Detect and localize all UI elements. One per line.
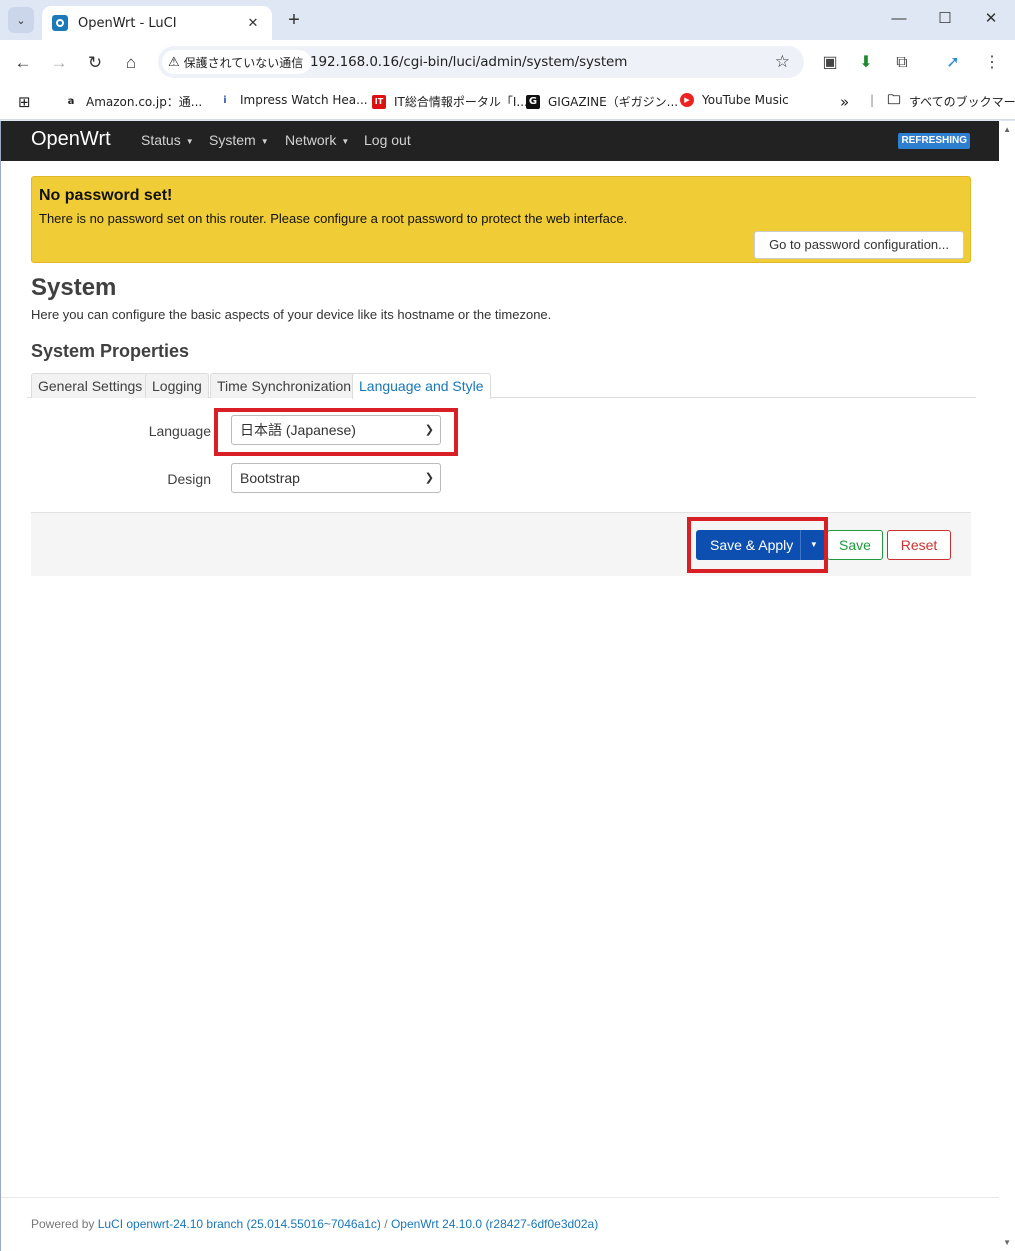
all-bookmarks-label: すべてのブックマーク	[909, 95, 1015, 109]
footer-divider	[1, 1197, 1000, 1198]
bookmark-label: Impress Watch Hea...	[240, 93, 368, 107]
bookmark-itmedia[interactable]: IT IT総合情報ポータル「I...	[372, 93, 528, 110]
security-chip[interactable]: ⚠ 保護されていない通信	[162, 50, 312, 74]
bookmark-label: YouTube Music	[702, 93, 789, 107]
no-password-alert: No password set! There is no password se…	[31, 176, 971, 263]
menu-kebab-icon[interactable]: ⋮	[981, 52, 1003, 74]
back-icon[interactable]: ←	[10, 50, 36, 76]
bookmark-label: IT総合情報ポータル「I...	[394, 95, 528, 109]
new-tab-button[interactable]: +	[284, 8, 304, 32]
divider: |	[870, 93, 875, 107]
footer: Powered by LuCI openwrt-24.10 branch (25…	[31, 1217, 598, 1231]
brand-logo[interactable]: OpenWrt	[31, 128, 111, 151]
footer-prefix: Powered by	[31, 1217, 98, 1231]
youtube-music-icon: ▶	[680, 93, 694, 107]
bookmark-label: GIGAZINE（ギガジン...	[548, 95, 679, 109]
itmedia-icon: IT	[372, 94, 386, 109]
page-scrollbar[interactable]: ▲ ▼	[999, 121, 1015, 1251]
form-actions: Save & Apply ▼ Save Reset	[31, 512, 971, 576]
reload-icon[interactable]: ↻	[82, 50, 108, 76]
alert-text: There is no password set on this router.…	[39, 211, 628, 226]
amazon-icon: a	[67, 96, 75, 107]
gigazine-icon: G	[526, 94, 540, 109]
openwrt-favicon-icon	[52, 15, 68, 31]
section-title: System Properties	[31, 341, 190, 361]
browser-tab[interactable]: OpenWrt - LuCI ✕	[42, 6, 272, 40]
bookmark-amazon[interactable]: a Amazon.co.jp：通...	[64, 93, 203, 110]
caret-down-icon: ▼	[185, 136, 194, 146]
tab-logging[interactable]: Logging	[145, 373, 209, 398]
forward-icon[interactable]: →	[46, 50, 72, 76]
footer-separator: /	[380, 1217, 391, 1231]
design-label: Design	[167, 471, 211, 487]
design-select[interactable]: Bootstrap ❯	[231, 463, 441, 493]
design-value: Bootstrap	[240, 470, 300, 486]
url-text[interactable]: 192.168.0.16/cgi-bin/luci/admin/system/s…	[310, 54, 627, 70]
menu-logout[interactable]: Log out	[364, 132, 411, 148]
bookmark-label: Amazon.co.jp：通...	[86, 95, 203, 109]
minimize-icon[interactable]: —	[888, 8, 910, 30]
page-description: Here you can configure the basic aspects…	[31, 307, 552, 322]
caret-down-icon: ▼	[341, 136, 350, 146]
folder-icon: 🗀	[887, 92, 901, 108]
openwrt-version-link[interactable]: OpenWrt 24.10.0 (r28427-6df0e3d02a)	[391, 1217, 598, 1231]
apply-highlight-box	[687, 517, 828, 573]
bookmark-impress[interactable]: i Impress Watch Hea...	[218, 93, 368, 107]
tab-general-settings[interactable]: General Settings	[31, 373, 150, 398]
menu-label: Network	[285, 132, 337, 148]
extension-dolphin-icon[interactable]: ➚	[942, 52, 964, 74]
tab-language-and-style[interactable]: Language and Style	[352, 373, 491, 399]
menu-label: System	[209, 132, 256, 148]
extensions-icon[interactable]: ⧉	[891, 52, 913, 74]
alert-title: No password set!	[39, 187, 173, 204]
browser-toolbar: ← → ↻ ⌂ ⚠ 保護されていない通信 192.168.0.16/cgi-bi…	[0, 40, 1015, 84]
maximize-icon[interactable]: ☐	[934, 8, 956, 30]
all-bookmarks[interactable]: 🗀 すべてのブックマーク	[887, 93, 1015, 110]
bookmark-youtube-music[interactable]: ▶ YouTube Music	[680, 93, 789, 107]
address-bar[interactable]: ⚠ 保護されていない通信 192.168.0.16/cgi-bin/luci/a…	[158, 46, 804, 78]
caret-down-icon: ▼	[260, 136, 269, 146]
refreshing-badge[interactable]: REFRESHING	[898, 133, 970, 149]
language-label: Language	[148, 423, 211, 439]
page-viewport: OpenWrt Status ▼ System ▼ Network ▼ Log out…	[0, 121, 1015, 1251]
bookmarks-overflow-icon[interactable]: »	[840, 93, 849, 111]
language-highlight-box	[214, 408, 458, 456]
close-window-icon[interactable]: ✕	[980, 8, 1002, 30]
luci-header: OpenWrt Status ▼ System ▼ Network ▼ Log out…	[1, 121, 1000, 161]
impress-icon: i	[223, 94, 227, 106]
menu-system[interactable]: System ▼	[209, 132, 269, 148]
menu-network[interactable]: Network ▼	[285, 132, 349, 148]
section-tabs: General Settings Logging Time Synchroniz…	[27, 373, 976, 399]
close-tab-icon[interactable]: ✕	[244, 15, 262, 31]
reset-button[interactable]: Reset	[887, 530, 951, 560]
tab-time-synchronization[interactable]: Time Synchronization	[210, 373, 359, 398]
chevron-down-icon: ❯	[424, 472, 434, 484]
warning-icon: ⚠	[168, 54, 180, 70]
bookmark-gigazine[interactable]: G GIGAZINE（ギガジン...	[526, 93, 678, 110]
download-icon[interactable]: ⬇	[855, 52, 877, 74]
browser-tab-bar: ⌄ OpenWrt - LuCI ✕ + — ☐ ✕	[0, 0, 1015, 40]
luci-version-link[interactable]: LuCI openwrt-24.10 branch (25.014.55016~…	[98, 1217, 381, 1231]
bookmark-star-icon[interactable]: ☆	[775, 52, 790, 72]
scroll-up-icon[interactable]: ▲	[1003, 125, 1011, 134]
menu-status[interactable]: Status ▼	[141, 132, 194, 148]
tab-title: OpenWrt - LuCI	[78, 15, 177, 31]
tab-search-button[interactable]: ⌄	[8, 7, 34, 33]
bookmarks-bar: ⊞ a Amazon.co.jp：通... i Impress Watch He…	[0, 84, 1015, 120]
scroll-down-icon[interactable]: ▼	[1003, 1238, 1011, 1247]
home-icon[interactable]: ⌂	[118, 50, 144, 76]
save-button[interactable]: Save	[827, 530, 883, 560]
apps-grid-icon[interactable]: ⊞	[18, 93, 31, 111]
cast-icon[interactable]: ▣	[819, 52, 841, 74]
menu-label: Status	[141, 132, 181, 148]
security-label: 保護されていない通信	[183, 55, 304, 70]
page-title: System	[31, 274, 117, 301]
password-config-button[interactable]: Go to password configuration...	[754, 231, 964, 259]
